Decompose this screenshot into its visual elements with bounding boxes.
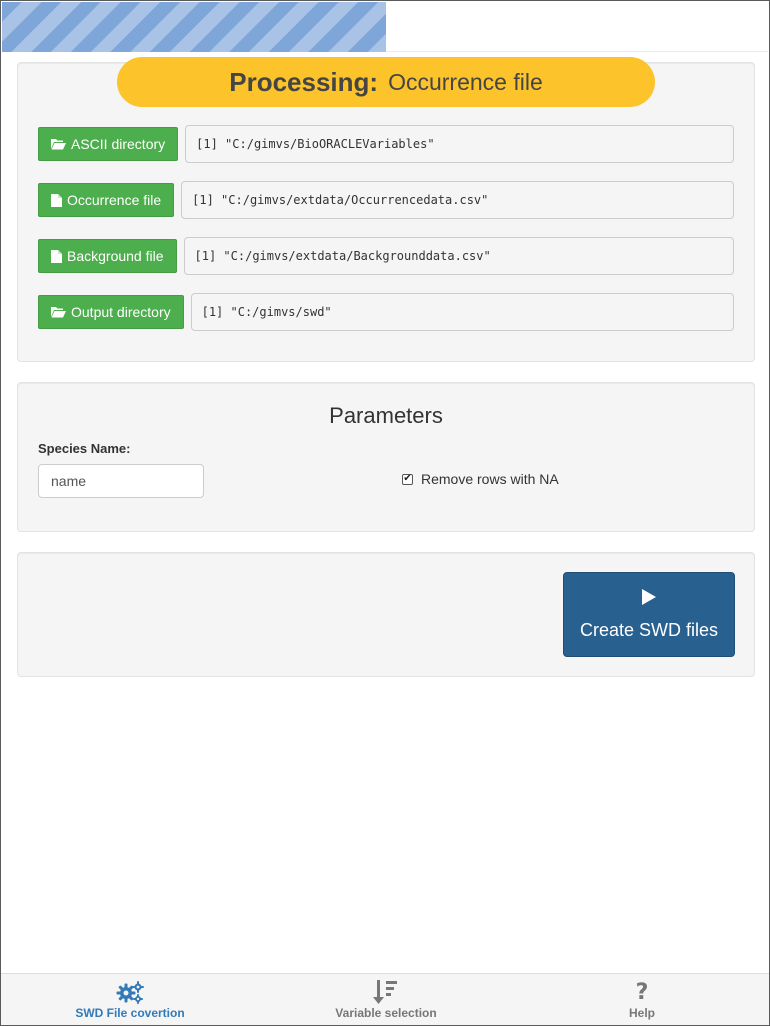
output-directory-path: [1] "C:/gimvs/swd" <box>190 293 734 331</box>
remove-na-option[interactable]: ✔ Remove rows with NA <box>402 471 559 487</box>
checkmark-icon: ✔ <box>403 473 412 484</box>
top-bar <box>386 2 768 52</box>
output-directory-row: Output directory [1] "C:/gimvs/swd" <box>38 293 734 331</box>
notification-bold: Processing: <box>229 66 379 97</box>
species-name-label: Species Name: <box>38 441 131 456</box>
background-file-path: [1] "C:/gimvs/extdata/Backgrounddata.csv… <box>183 237 734 275</box>
progress-stripe <box>2 2 386 52</box>
background-file-button[interactable]: Background file <box>38 239 177 273</box>
parameters-title: Parameters <box>329 403 443 428</box>
nav-variable-label: Variable selection <box>335 1006 437 1020</box>
occurrence-file-row: Occurrence file [1] "C:/gimvs/extdata/Oc… <box>38 181 734 219</box>
cogs-icon <box>50 978 210 1006</box>
remove-na-checkbox[interactable]: ✔ <box>402 473 413 485</box>
sort-amount-icon <box>306 978 466 1006</box>
processing-notification: Processing: Occurrence file <box>117 57 655 107</box>
nav-swd-file-covertion[interactable]: SWD File covertion <box>50 978 210 1020</box>
folder-open-icon <box>51 306 66 318</box>
nav-variable-selection[interactable]: Variable selection <box>306 978 466 1020</box>
occurrence-file-path: [1] "C:/gimvs/extdata/Occurrencedata.csv… <box>181 181 734 219</box>
background-file-row: Background file [1] "C:/gimvs/extdata/Ba… <box>38 237 734 275</box>
occurrence-file-label: Occurrence file <box>67 192 162 208</box>
file-icon <box>51 193 62 207</box>
ascii-directory-row: ASCII directory [1] "C:/gimvs/BioORACLEV… <box>38 125 734 163</box>
create-swd-button[interactable]: Create SWD files <box>563 572 735 657</box>
play-icon <box>642 588 656 610</box>
nav-swd-label: SWD File covertion <box>75 1006 185 1020</box>
folder-open-icon <box>51 138 66 150</box>
remove-na-label: Remove rows with NA <box>421 471 559 487</box>
question-icon: ? <box>635 979 649 1005</box>
species-name-input[interactable] <box>38 464 204 498</box>
background-file-label: Background file <box>67 248 164 264</box>
ascii-directory-button[interactable]: ASCII directory <box>38 127 179 161</box>
ascii-directory-path: [1] "C:/gimvs/BioORACLEVariables" <box>185 125 734 163</box>
output-directory-button[interactable]: Output directory <box>38 295 184 329</box>
output-directory-label: Output directory <box>71 304 171 320</box>
file-icon <box>51 249 62 263</box>
nav-help[interactable]: ? Help <box>562 978 722 1021</box>
actions-panel: Create SWD files <box>17 552 755 677</box>
create-swd-label: Create SWD files <box>579 619 719 640</box>
ascii-directory-label: ASCII directory <box>71 136 166 152</box>
notification-text: Occurrence file <box>388 68 543 95</box>
directories-panel: Directories and files ASCII directory [1… <box>17 62 755 362</box>
nav-help-label: Help <box>628 1006 655 1020</box>
occurrence-file-button[interactable]: Occurrence file <box>38 183 175 217</box>
bottom-nav: SWD File covertion Variable selection ? … <box>1 973 769 1025</box>
parameters-panel: Parameters Species Name: ✔ Remove rows w… <box>17 382 755 532</box>
